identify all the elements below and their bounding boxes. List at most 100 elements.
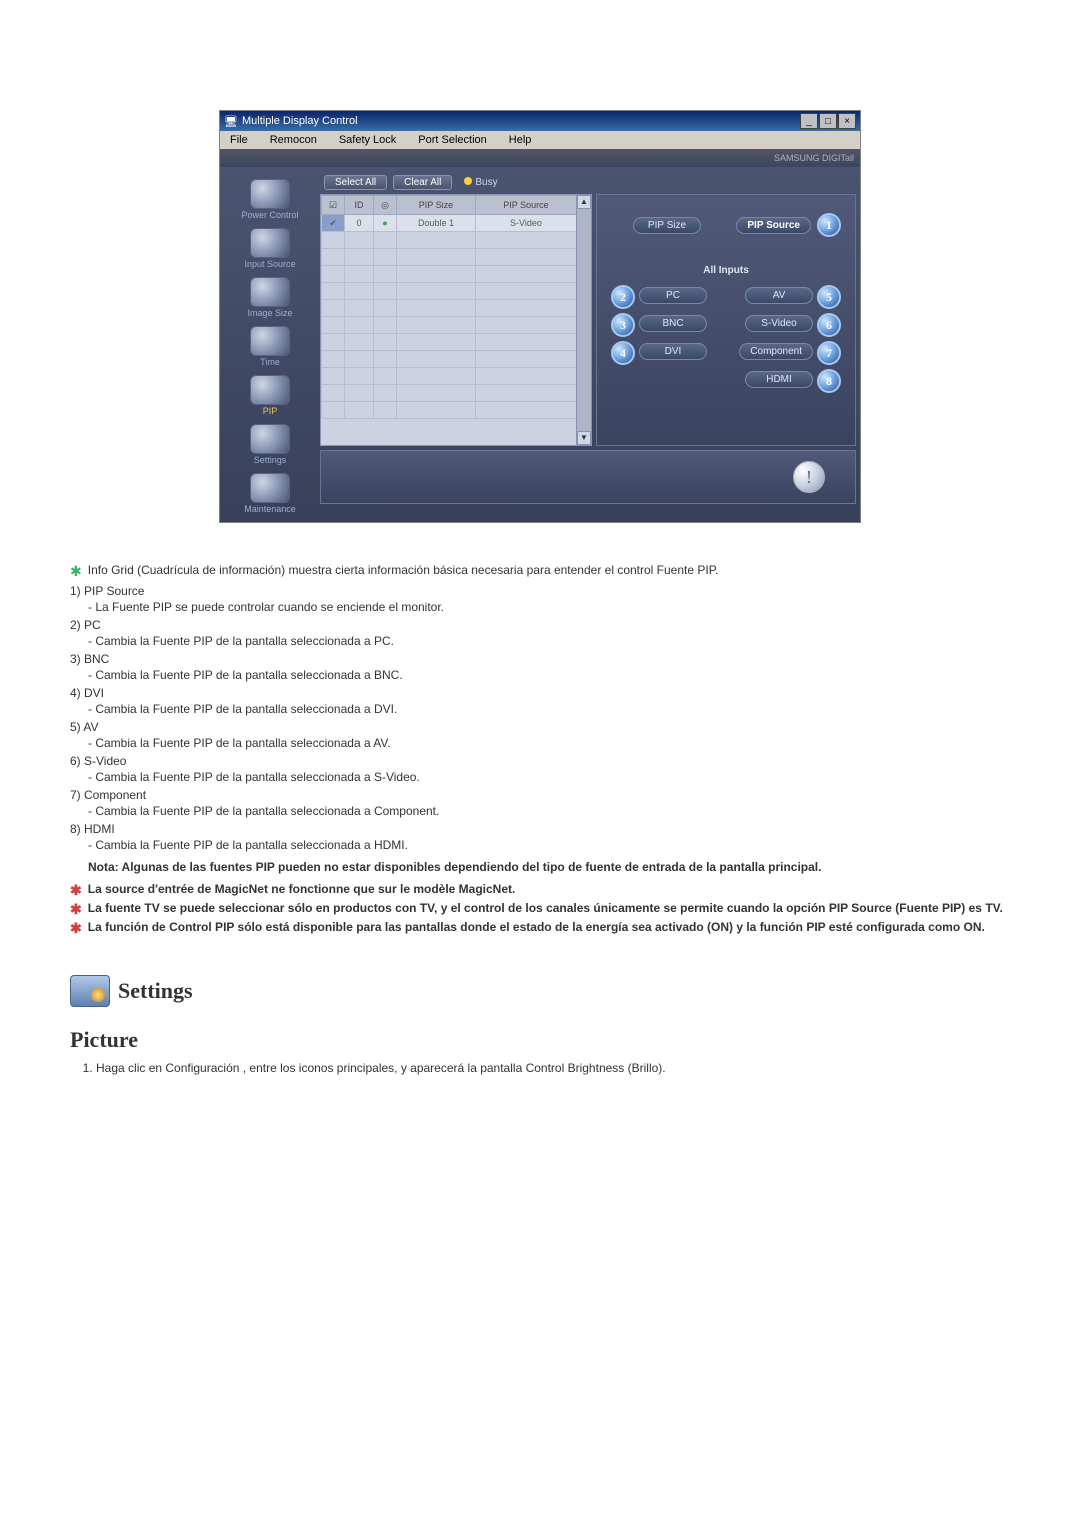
numbered-item: 4) DVI [70,686,1010,700]
menu-safety-lock[interactable]: Safety Lock [333,133,402,147]
input-dvi-button[interactable]: DVI [639,343,707,360]
grid-header-status: ◎ [374,196,397,215]
red-note-1: La source d'entrée de MagicNet ne foncti… [88,882,1010,897]
bold-note: Nota: Algunas de las fuentes PIP pueden … [88,860,1010,874]
table-row[interactable] [322,232,577,249]
input-svideo-button[interactable]: S-Video [745,315,813,332]
sidebar-item-label: PIP [263,407,278,416]
table-row[interactable] [322,385,577,402]
marker-2: 2 [611,285,635,309]
brand-bar: SAMSUNG DIGITall [220,149,860,167]
select-all-button[interactable]: Select All [324,175,387,190]
app-icon: 🖥 [224,115,238,128]
numbered-item: 1) PIP Source [70,584,1010,598]
numbered-item: 5) AV [70,720,1010,734]
sidebar-item-image-size[interactable]: Image Size [224,275,316,322]
input-hdmi-button[interactable]: HDMI [745,371,813,388]
numbered-item: 6) S-Video [70,754,1010,768]
bullet-icon: ✱ [70,902,82,916]
menubar: File Remocon Safety Lock Port Selection … [220,131,860,149]
numbered-item: 8) HDMI [70,822,1010,836]
maximize-button[interactable]: □ [819,113,837,129]
numbered-item-desc: - Cambia la Fuente PIP de la pantalla se… [88,702,1010,716]
grid-header-id: ID [345,196,374,215]
table-row[interactable] [322,368,577,385]
sidebar-item-input-source[interactable]: Input Source [224,226,316,273]
input-component-button[interactable]: Component [739,343,813,360]
app-window: 🖥 Multiple Display Control _ □ × File Re… [219,110,861,523]
numbered-item-desc: - La Fuente PIP se puede controlar cuand… [88,600,1010,614]
table-row[interactable] [322,317,577,334]
pip-size-button[interactable]: PIP Size [633,217,701,234]
scrollbar[interactable]: ▲ ▼ [576,195,591,445]
bullet-icon: ✱ [70,921,82,935]
table-row[interactable] [322,266,577,283]
sidebar-item-label: Time [260,358,280,367]
maintenance-icon [250,473,290,503]
clear-all-button[interactable]: Clear All [393,175,452,190]
scroll-down-icon[interactable]: ▼ [577,431,591,445]
grid-header-pip-size: PIP Size [397,196,476,215]
numbered-item-desc: - Cambia la Fuente PIP de la pantalla se… [88,804,1010,818]
sidebar-item-label: Power Control [241,211,298,220]
sidebar-item-label: Maintenance [244,505,296,514]
info-grid: ☑ ID ◎ PIP Size PIP Source ✔ 0 ● Double … [320,194,592,446]
minimize-button[interactable]: _ [800,113,818,129]
marker-8: 8 [817,369,841,393]
window-titlebar: 🖥 Multiple Display Control _ □ × [220,111,860,131]
busy-indicator: Busy [464,177,497,188]
red-note-2: La fuente TV se puede seleccionar sólo e… [88,901,1010,916]
numbered-item-desc: - Cambia la Fuente PIP de la pantalla se… [88,668,1010,682]
sidebar-item-maintenance[interactable]: Maintenance [224,471,316,518]
grid-header-checkbox[interactable]: ☑ [322,196,345,215]
table-row[interactable] [322,351,577,368]
input-av-button[interactable]: AV [745,287,813,304]
pip-controls-panel: PIP Size PIP Source 1 All Inputs 2 PC AV… [596,194,856,446]
footer-panel: ! [320,450,856,504]
numbered-item: 3) BNC [70,652,1010,666]
all-inputs-label: All Inputs [597,265,855,276]
menu-port-selection[interactable]: Port Selection [412,133,492,147]
menu-help[interactable]: Help [503,133,538,147]
scroll-up-icon[interactable]: ▲ [577,195,591,209]
marker-5: 5 [817,285,841,309]
sidebar-item-label: Settings [254,456,287,465]
table-row[interactable] [322,300,577,317]
settings-heading: Settings [70,975,1010,1007]
table-row[interactable] [322,283,577,300]
pip-source-button[interactable]: PIP Source [736,217,811,234]
close-button[interactable]: × [838,113,856,129]
sidebar-item-settings[interactable]: Settings [224,422,316,469]
table-row[interactable] [322,249,577,266]
menu-file[interactable]: File [224,133,254,147]
picture-heading: Picture [70,1027,1010,1053]
sidebar-item-time[interactable]: Time [224,324,316,371]
settings-icon [250,424,290,454]
marker-3: 3 [611,313,635,337]
input-bnc-button[interactable]: BNC [639,315,707,332]
bullet-icon: ✱ [70,564,82,578]
pip-icon [250,375,290,405]
window-title: Multiple Display Control [242,115,358,127]
sidebar-item-pip[interactable]: PIP [224,373,316,420]
numbered-item-desc: - Cambia la Fuente PIP de la pantalla se… [88,634,1010,648]
bullet-icon: ✱ [70,883,82,897]
numbered-item-desc: - Cambia la Fuente PIP de la pantalla se… [88,770,1010,784]
table-row[interactable] [322,334,577,351]
sidebar-item-label: Input Source [244,260,295,269]
alert-icon: ! [793,461,825,493]
numbered-item: 7) Component [70,788,1010,802]
grid-header-pip-source: PIP Source [475,196,576,215]
settings-heading-icon [70,975,110,1007]
input-pc-button[interactable]: PC [639,287,707,304]
sidebar-item-label: Image Size [247,309,292,318]
marker-7: 7 [817,341,841,365]
menu-remocon[interactable]: Remocon [264,133,323,147]
table-row[interactable] [322,402,577,419]
sidebar-item-power-control[interactable]: Power Control [224,177,316,224]
table-row[interactable]: ✔ 0 ● Double 1 S-Video [322,215,577,232]
settings-heading-text: Settings [118,978,193,1004]
marker-1: 1 [817,213,841,237]
time-icon [250,326,290,356]
marker-6: 6 [817,313,841,337]
